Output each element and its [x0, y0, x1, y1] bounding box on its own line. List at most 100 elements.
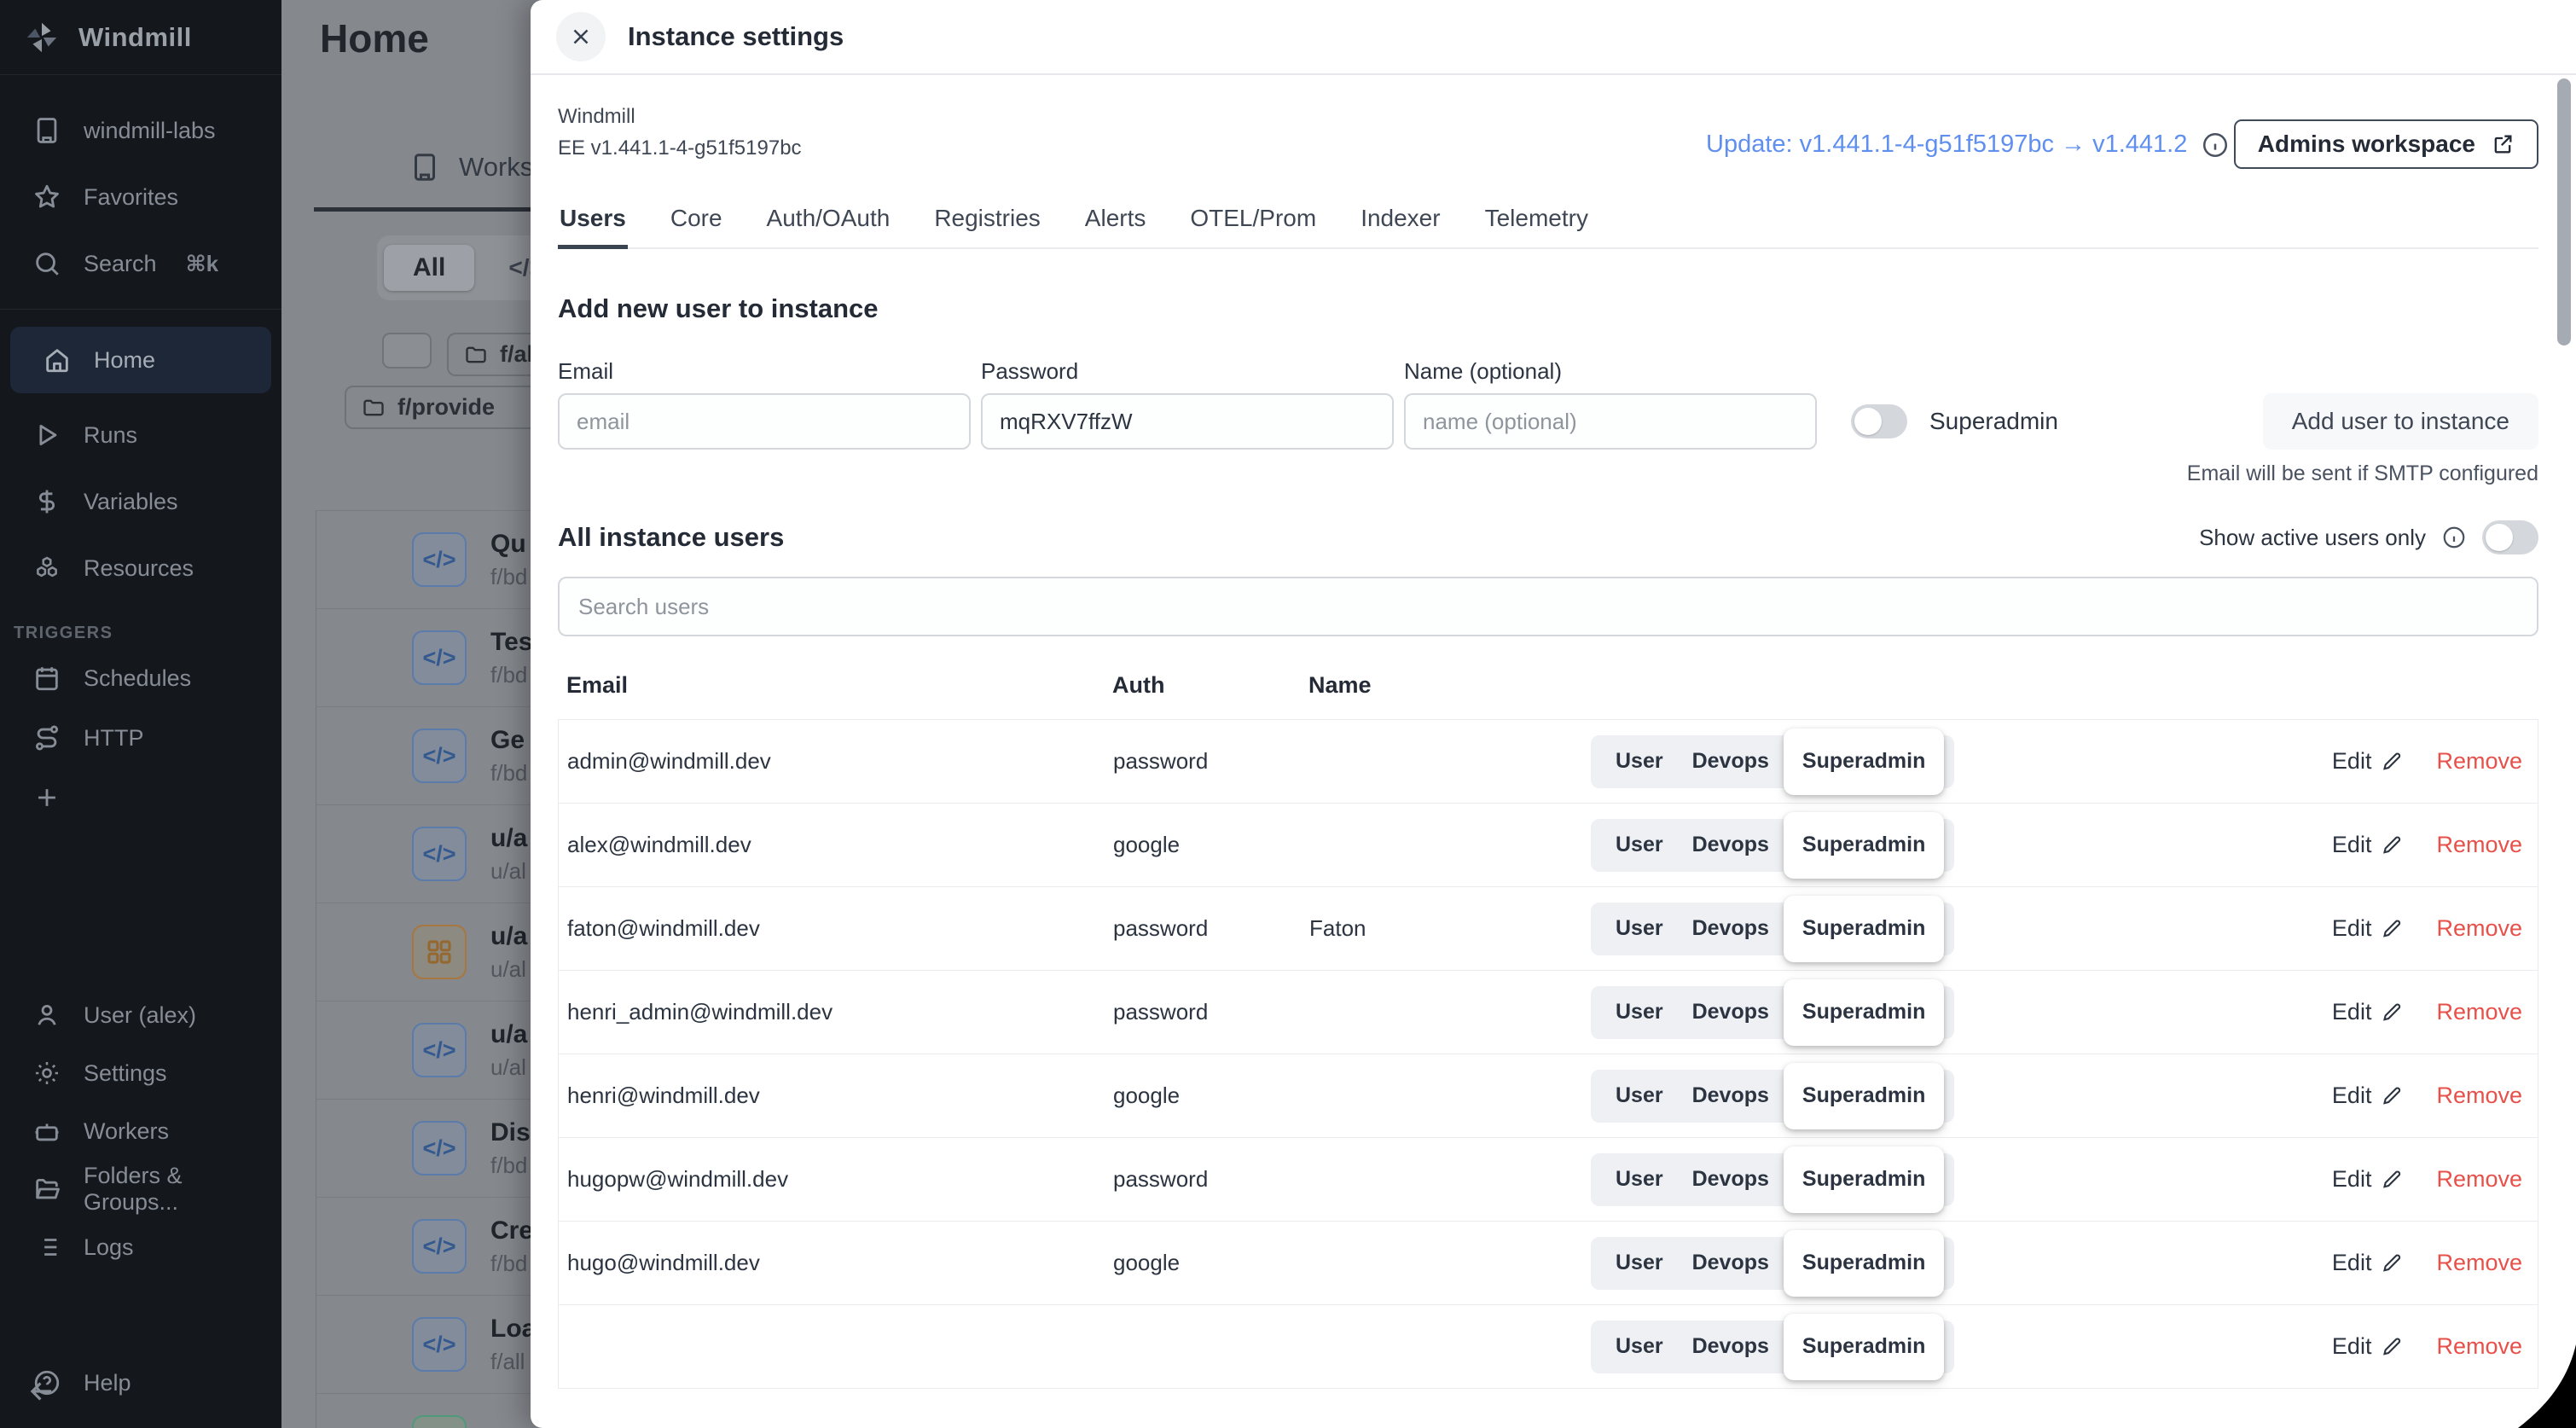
- remove-button[interactable]: Remove: [2436, 915, 2522, 942]
- password-field[interactable]: [981, 393, 1394, 450]
- role-option-devops[interactable]: Devops: [1678, 1167, 1784, 1192]
- collapse-sidebar-button[interactable]: [26, 1375, 58, 1408]
- role-option-user[interactable]: User: [1601, 1000, 1678, 1025]
- settings-tab[interactable]: Alerts: [1083, 193, 1148, 247]
- list-item[interactable]: </> u/a u/al: [316, 805, 531, 903]
- sidebar-item-user[interactable]: User (alex): [0, 986, 281, 1044]
- settings-tab[interactable]: Auth/OAuth: [765, 193, 892, 247]
- role-option-user[interactable]: User: [1601, 1334, 1678, 1359]
- sidebar-item-home[interactable]: Home: [10, 327, 271, 393]
- remove-button[interactable]: Remove: [2436, 1250, 2522, 1276]
- update-version-link[interactable]: Update: v1.441.1-4-g51f5197bc → v1.441.2: [1706, 131, 2187, 159]
- edit-button[interactable]: Edit: [2332, 1166, 2406, 1193]
- filter-scripts-chip[interactable]: </>: [508, 254, 531, 282]
- sidebar-item-settings[interactable]: Settings: [0, 1044, 281, 1102]
- list-item[interactable]: </> Dis f/bd: [316, 1100, 531, 1198]
- role-option-devops[interactable]: Devops: [1678, 1334, 1784, 1359]
- list-item[interactable]: </> Tes f/bd: [316, 609, 531, 707]
- folder-checkbox[interactable]: [382, 333, 432, 369]
- drawer-scrollbar[interactable]: [2557, 78, 2571, 345]
- role-option-superadmin[interactable]: Superadmin: [1784, 1230, 1944, 1297]
- show-active-label: Show active users only: [2199, 525, 2426, 551]
- list-item[interactable]: </> Ge f/bd: [316, 707, 531, 805]
- sidebar-item-workspace[interactable]: windmill-labs: [0, 97, 281, 164]
- remove-button[interactable]: Remove: [2436, 1166, 2522, 1193]
- role-option-devops[interactable]: Devops: [1678, 1083, 1784, 1108]
- remove-button[interactable]: Remove: [2436, 999, 2522, 1025]
- add-user-button[interactable]: Add user to instance: [2263, 393, 2538, 450]
- list-item[interactable]: [316, 1394, 531, 1428]
- settings-tab[interactable]: Telemetry: [1483, 193, 1590, 247]
- list-item[interactable]: </> u/a u/al: [316, 1001, 531, 1100]
- show-active-info-icon[interactable]: [2441, 525, 2467, 550]
- remove-button[interactable]: Remove: [2436, 1083, 2522, 1109]
- role-option-superadmin[interactable]: Superadmin: [1784, 1314, 1944, 1380]
- remove-button[interactable]: Remove: [2436, 1333, 2522, 1360]
- settings-tab[interactable]: Registries: [932, 193, 1041, 247]
- role-option-user[interactable]: User: [1601, 1167, 1678, 1192]
- edit-button[interactable]: Edit: [2332, 1333, 2406, 1360]
- sidebar-item-runs[interactable]: Runs: [0, 402, 281, 468]
- role-option-user[interactable]: User: [1601, 916, 1678, 941]
- edit-button[interactable]: Edit: [2332, 748, 2406, 775]
- show-active-toggle[interactable]: [2482, 520, 2538, 554]
- settings-tab[interactable]: Indexer: [1359, 193, 1442, 247]
- role-option-devops[interactable]: Devops: [1678, 916, 1784, 941]
- folder-chip-f-all[interactable]: f/all: [447, 333, 531, 376]
- role-option-superadmin[interactable]: Superadmin: [1784, 1146, 1944, 1213]
- role-option-devops[interactable]: Devops: [1678, 833, 1784, 857]
- user-table-row: admin@windmill.dev password UserDevopsSu…: [559, 720, 2538, 804]
- role-option-devops[interactable]: Devops: [1678, 1000, 1784, 1025]
- edit-button[interactable]: Edit: [2332, 1083, 2406, 1109]
- search-users-input[interactable]: [558, 577, 2538, 636]
- sidebar-item-variables[interactable]: Variables: [0, 468, 281, 535]
- role-option-superadmin[interactable]: Superadmin: [1784, 896, 1944, 962]
- edit-button[interactable]: Edit: [2332, 1250, 2406, 1276]
- role-option-superadmin[interactable]: Superadmin: [1784, 979, 1944, 1046]
- item-path: u/al: [490, 1054, 527, 1081]
- folder-chip-f-provide[interactable]: f/provide: [345, 386, 531, 429]
- edit-button[interactable]: Edit: [2332, 999, 2406, 1025]
- edit-label: Edit: [2332, 915, 2372, 942]
- sidebar-item-logs[interactable]: Logs: [0, 1218, 281, 1276]
- list-item[interactable]: </> Cre f/bd: [316, 1198, 531, 1296]
- email-field[interactable]: [558, 393, 971, 450]
- role-option-superadmin[interactable]: Superadmin: [1784, 1063, 1944, 1129]
- sidebar-item-folders-groups[interactable]: Folders & Groups...: [0, 1160, 281, 1218]
- role-option-superadmin[interactable]: Superadmin: [1784, 812, 1944, 879]
- filter-all-chip[interactable]: All: [384, 245, 474, 291]
- help-label: Help: [84, 1370, 131, 1396]
- settings-tab[interactable]: OTEL/Prom: [1188, 193, 1318, 247]
- user-auth: google: [1113, 832, 1309, 858]
- name-field[interactable]: [1404, 393, 1817, 450]
- sidebar-item-schedules[interactable]: Schedules: [0, 648, 281, 708]
- close-drawer-button[interactable]: [556, 12, 606, 61]
- home-icon: [43, 345, 72, 374]
- list-item[interactable]: </> Qu f/bd: [316, 511, 531, 609]
- list-item[interactable]: u/a u/al: [316, 903, 531, 1001]
- add-trigger-button[interactable]: [0, 768, 281, 827]
- role-option-devops[interactable]: Devops: [1678, 1251, 1784, 1275]
- sidebar-item-resources[interactable]: Resources: [0, 535, 281, 601]
- sidebar-item-search[interactable]: Search ⌘k: [0, 230, 281, 297]
- sidebar-item-favorites[interactable]: Favorites: [0, 164, 281, 230]
- tab-workspace[interactable]: Works: [409, 152, 531, 183]
- remove-button[interactable]: Remove: [2436, 748, 2522, 775]
- role-option-user[interactable]: User: [1601, 1083, 1678, 1108]
- admins-workspace-button[interactable]: Admins workspace: [2234, 119, 2538, 169]
- superadmin-toggle[interactable]: [1851, 404, 1907, 438]
- settings-tab[interactable]: Users: [558, 193, 628, 247]
- edit-button[interactable]: Edit: [2332, 915, 2406, 942]
- role-option-user[interactable]: User: [1601, 749, 1678, 774]
- list-item[interactable]: </> Loa f/all: [316, 1296, 531, 1394]
- role-option-superadmin[interactable]: Superadmin: [1784, 729, 1944, 795]
- remove-button[interactable]: Remove: [2436, 832, 2522, 858]
- sidebar-item-workers[interactable]: Workers: [0, 1102, 281, 1160]
- settings-tab[interactable]: Core: [669, 193, 724, 247]
- role-option-user[interactable]: User: [1601, 1251, 1678, 1275]
- update-info-icon[interactable]: [2201, 131, 2230, 160]
- sidebar-item-http[interactable]: HTTP: [0, 708, 281, 768]
- role-option-devops[interactable]: Devops: [1678, 749, 1784, 774]
- edit-button[interactable]: Edit: [2332, 832, 2406, 858]
- role-option-user[interactable]: User: [1601, 833, 1678, 857]
